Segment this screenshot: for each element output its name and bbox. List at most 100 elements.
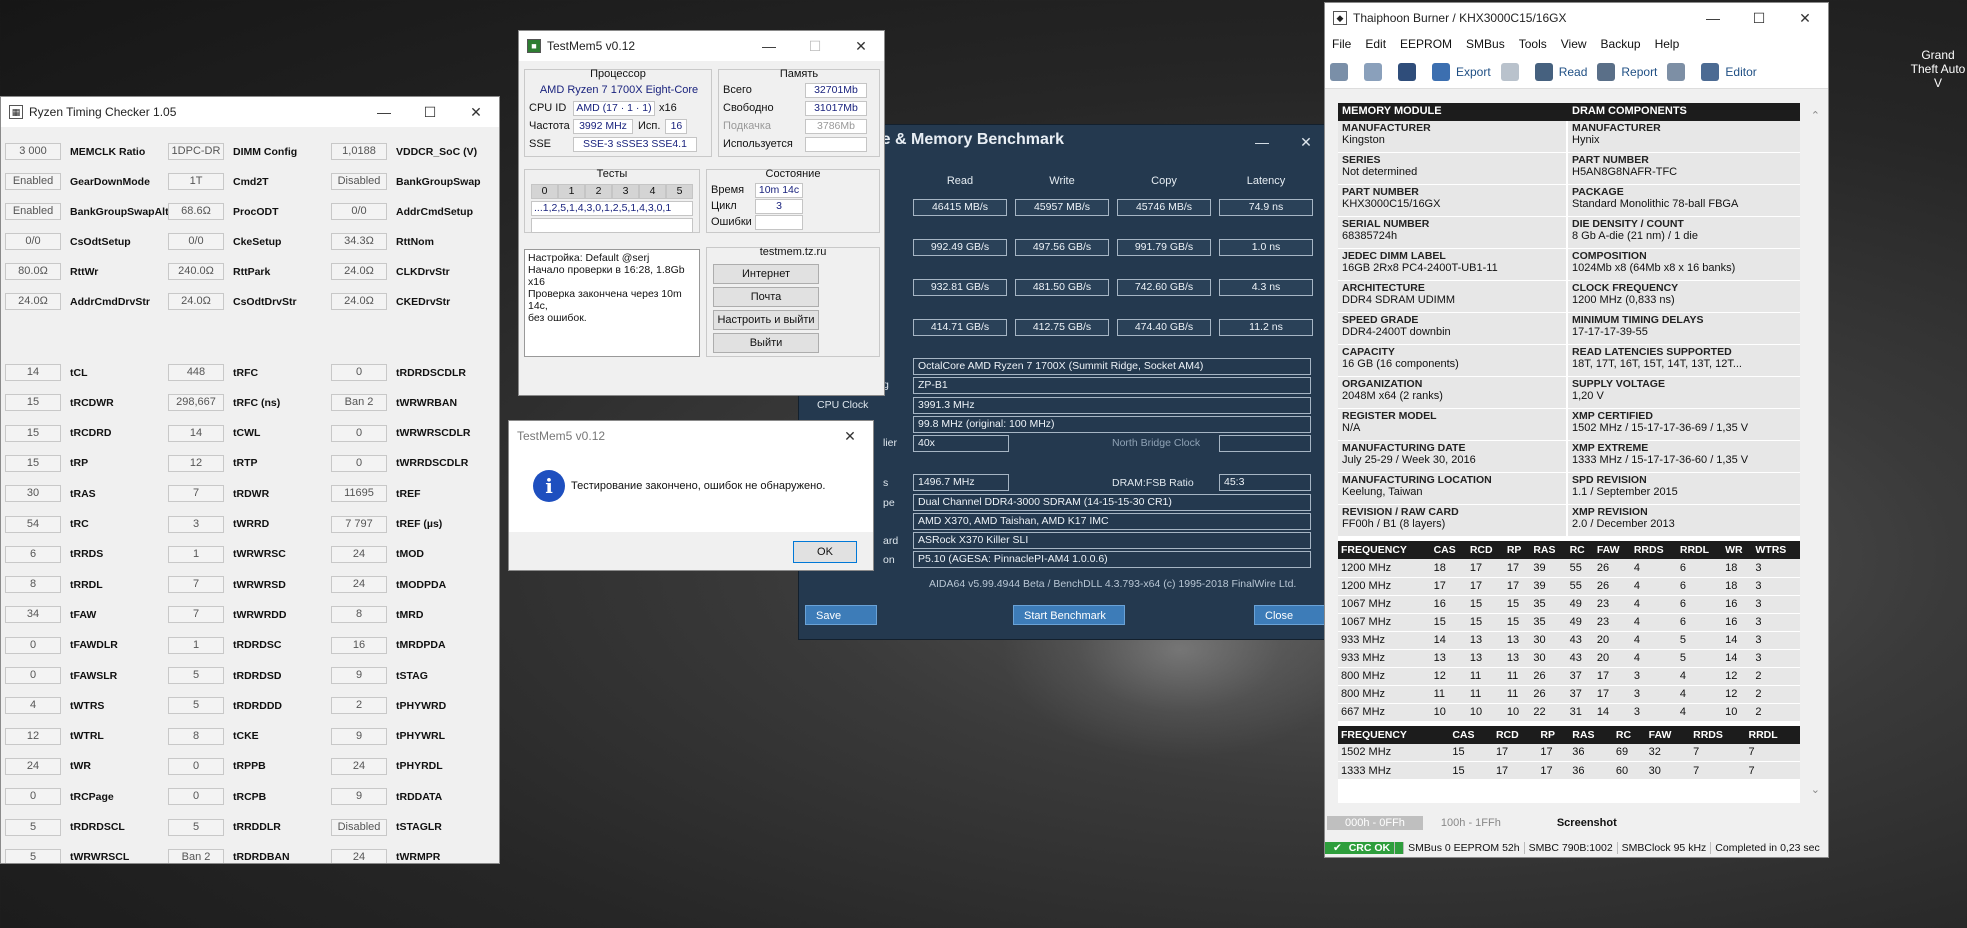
table-cell: 18 bbox=[1430, 559, 1467, 578]
table-cell: 6 bbox=[1676, 595, 1723, 614]
lock-icon[interactable] bbox=[1500, 62, 1525, 81]
save-button[interactable]: Save bbox=[805, 605, 877, 625]
testmem5-window: ■ TestMem5 v0.12 — ☐ ✕ Процессор AMD Ryz… bbox=[518, 30, 885, 396]
timing-value: 0 bbox=[5, 667, 61, 684]
table-cell: 7 bbox=[1690, 761, 1746, 780]
open-icon[interactable] bbox=[1364, 62, 1388, 81]
tm-button-2[interactable]: Настроить и выйти bbox=[713, 310, 819, 330]
tm-button-0[interactable]: Интернет bbox=[713, 264, 819, 284]
benchmark-value: 11.2 ns bbox=[1219, 319, 1313, 336]
timing-cell: 1DPC-DR DIMM Config bbox=[168, 143, 297, 160]
dram-ratio-label: DRAM:FSB Ratio bbox=[1112, 477, 1194, 489]
timing-value: Disabled bbox=[331, 818, 387, 836]
timing-value: 30 bbox=[5, 485, 61, 503]
menu-item[interactable]: Help bbox=[1648, 37, 1687, 51]
column-header: RRDL bbox=[1745, 725, 1800, 744]
save-icon[interactable] bbox=[1398, 62, 1422, 81]
desktop-shortcut-gta[interactable]: Grand Theft Auto V bbox=[1908, 48, 1967, 90]
timing-value: 54 bbox=[5, 515, 61, 533]
test-cell: 1 bbox=[558, 184, 585, 199]
scroll-down-icon[interactable]: ⌄ bbox=[1811, 783, 1820, 796]
close-button[interactable]: ✕ bbox=[453, 97, 499, 127]
read-button[interactable]: Read bbox=[1534, 62, 1587, 81]
multiplier-field: 40x bbox=[913, 435, 1009, 452]
timing-cell: 7 tWRWRSD bbox=[168, 576, 286, 594]
maximize-button[interactable]: ☐ bbox=[407, 97, 453, 127]
spd-field: DIE DENSITY / COUNT 8 Gb A-die (21 nm) / … bbox=[1568, 217, 1800, 249]
tab-000h[interactable]: 000h - 0FFh bbox=[1327, 816, 1423, 830]
table-cell: 43 bbox=[1566, 631, 1594, 650]
tm-button-1[interactable]: Почта bbox=[713, 287, 819, 307]
close-button[interactable]: ✕ bbox=[1782, 3, 1828, 33]
chipset-field: AMD X370, AMD Taishan, AMD K17 IMC bbox=[913, 513, 1311, 530]
table-row: 1200 MHz 18 17 17 39 55 26 4 6 18 3 bbox=[1338, 559, 1800, 578]
timing-cell: 15 tRCDWR bbox=[5, 394, 114, 412]
timing-value: 7 bbox=[168, 606, 224, 624]
app-icon: ◆ bbox=[1333, 11, 1347, 25]
table-cell: 800 MHz bbox=[1338, 685, 1431, 704]
timing-value: 7 797 bbox=[331, 515, 387, 533]
menu-item[interactable]: View bbox=[1554, 37, 1594, 51]
minimize-button[interactable]: — bbox=[1690, 3, 1736, 33]
spd-key: JEDEC DIMM LABEL bbox=[1342, 250, 1446, 262]
timing-label: tWTRS bbox=[70, 699, 105, 712]
table-cell: 800 MHz bbox=[1338, 667, 1431, 686]
scroll-up-icon[interactable]: ⌃ bbox=[1811, 109, 1820, 122]
tools-icon[interactable] bbox=[1667, 62, 1691, 81]
state-group: Состояние Время 10m 14c Цикл 3 Ошибки bbox=[706, 168, 880, 233]
timing-cell: 0/0 AddrCmdSetup bbox=[331, 203, 473, 220]
timing-value: 24 bbox=[331, 576, 387, 594]
menu-item[interactable]: Tools bbox=[1512, 37, 1554, 51]
cpu-group: Процессор AMD Ryzen 7 1700X Eight-Core C… bbox=[524, 68, 712, 157]
start-benchmark-button[interactable]: Start Benchmark bbox=[1013, 605, 1125, 625]
timing-value: 298,667 bbox=[168, 394, 224, 412]
spd-key: MANUFACTURING DATE bbox=[1342, 442, 1466, 454]
timing-label: tRDWR bbox=[233, 487, 270, 500]
report-button[interactable]: Report bbox=[1597, 62, 1657, 81]
menu-item[interactable]: SMBus bbox=[1459, 37, 1512, 51]
table-cell: 11 bbox=[1503, 667, 1531, 686]
column-header: CAS bbox=[1430, 541, 1467, 559]
spd-field: COMPOSITION 1024Mb x8 (64Mb x8 x 16 banks… bbox=[1568, 249, 1800, 281]
settings-icon[interactable] bbox=[1330, 62, 1354, 81]
spd-key: ORGANIZATION bbox=[1342, 378, 1423, 390]
close-button[interactable]: ✕ bbox=[827, 421, 873, 451]
log-area: Настройка: Default @serj Начало проверки … bbox=[524, 249, 700, 357]
tab-100h[interactable]: 100h - 1FFh bbox=[1423, 816, 1519, 830]
table-cell: 69 bbox=[1612, 743, 1646, 762]
spd-value: 1,20 V bbox=[1572, 390, 1604, 402]
report-icon bbox=[1597, 62, 1616, 81]
minimize-button[interactable]: — bbox=[746, 31, 792, 61]
timing-cell: 15 tRCDRD bbox=[5, 424, 111, 442]
tab-screenshot[interactable]: Screenshot bbox=[1539, 816, 1635, 830]
menu-item[interactable]: EEPROM bbox=[1393, 37, 1459, 51]
close-button[interactable]: ✕ bbox=[838, 31, 884, 61]
timing-cell: 448 tRFC bbox=[168, 364, 258, 381]
log-line: Начало проверки в 16:28, 1.8Gb x16 bbox=[528, 264, 685, 288]
close-icon[interactable]: ✕ bbox=[1283, 127, 1325, 157]
spd-value: 16 GB (16 components) bbox=[1342, 358, 1459, 370]
close-button[interactable]: Close bbox=[1254, 605, 1325, 625]
memory-group: Память Всего 32701Mb Свободно 31017Mb Подкач… bbox=[718, 68, 880, 157]
minimize-button[interactable]: — bbox=[1239, 127, 1285, 157]
menu-item[interactable]: Backup bbox=[1594, 37, 1648, 51]
table-cell: 4 bbox=[1630, 631, 1677, 650]
tm-button-3[interactable]: Выйти bbox=[713, 333, 819, 353]
minimize-button[interactable]: — bbox=[361, 97, 407, 127]
maximize-button[interactable]: ☐ bbox=[1736, 3, 1782, 33]
export-button[interactable]: Export bbox=[1432, 62, 1491, 81]
menu-item[interactable]: File bbox=[1325, 37, 1358, 51]
column-header: FAW bbox=[1645, 725, 1691, 744]
benchmark-value: 45746 MB/s bbox=[1117, 199, 1211, 216]
editor-button[interactable]: Editor bbox=[1701, 62, 1757, 81]
spd-key: PART NUMBER bbox=[1572, 154, 1649, 166]
menu-item[interactable]: Edit bbox=[1358, 37, 1393, 51]
timing-label: CsOdtSetup bbox=[70, 235, 131, 248]
timing-cell: 1T Cmd2T bbox=[168, 173, 269, 190]
ok-button[interactable]: OK bbox=[793, 541, 857, 563]
table-cell: 4 bbox=[1630, 577, 1677, 596]
timing-value: 34 bbox=[5, 606, 61, 624]
table-cell: 23 bbox=[1593, 595, 1631, 614]
export-icon bbox=[1432, 62, 1450, 81]
timing-value: 5 bbox=[168, 818, 224, 836]
